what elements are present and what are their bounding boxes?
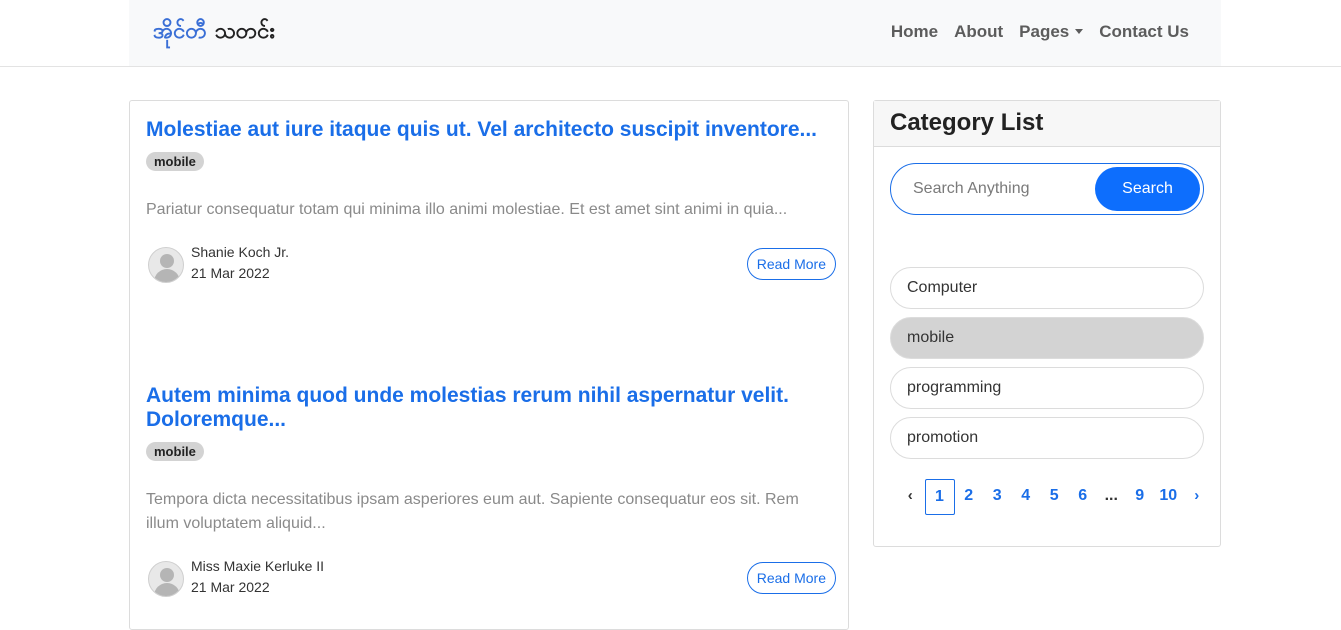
pagination-page-2[interactable]: 2 bbox=[955, 479, 984, 515]
search-input[interactable] bbox=[897, 170, 1087, 208]
pagination-page-4[interactable]: 4 bbox=[1012, 479, 1041, 515]
brand-logo[interactable]: အိုင်တီ သတင်း bbox=[153, 16, 275, 49]
pagination-page-5[interactable]: 5 bbox=[1040, 479, 1069, 515]
pagination-page-9[interactable]: 9 bbox=[1126, 479, 1155, 515]
sidebar-header: Category List bbox=[874, 101, 1220, 147]
nav-pages-dropdown[interactable]: Pages bbox=[1019, 22, 1084, 42]
avatar-user-icon bbox=[148, 247, 184, 283]
post-tag-badge[interactable]: mobile bbox=[146, 442, 204, 461]
brand-text-part1: အိုင်တီ bbox=[153, 19, 207, 44]
category-item-programming[interactable]: programming bbox=[890, 367, 1204, 409]
pagination-ellipsis: ... bbox=[1104, 487, 1118, 504]
brand-text-part2: သတင်း bbox=[214, 19, 275, 44]
pagination-page-3[interactable]: 3 bbox=[983, 479, 1012, 515]
post-excerpt: Pariatur consequatur totam qui minima il… bbox=[146, 201, 788, 218]
navbar: အိုင်တီ သတင်း Home About Pages Contact U… bbox=[129, 0, 1221, 66]
read-more-button[interactable]: Read More bbox=[746, 248, 836, 280]
category-item-computer[interactable]: Computer bbox=[890, 267, 1204, 309]
post-list-card: Molestiae aut iure itaque quis ut. Vel a… bbox=[129, 100, 849, 630]
category-item-promotion[interactable]: promotion bbox=[890, 417, 1204, 459]
post-item: Autem minima quod unde molestias rerum n… bbox=[146, 384, 836, 598]
nav-home[interactable]: Home bbox=[891, 22, 938, 42]
pagination-page-10[interactable]: 10 bbox=[1154, 479, 1183, 515]
post-item: Molestiae aut iure itaque quis ut. Vel a… bbox=[146, 118, 836, 284]
post-author: Miss Maxie Kerluke II bbox=[191, 558, 325, 574]
category-list: Computer mobile programming promotion bbox=[890, 267, 1204, 467]
avatar-user-icon bbox=[148, 561, 184, 597]
pagination-next-icon[interactable]: › bbox=[1183, 479, 1212, 515]
pagination-page-1[interactable]: 1 bbox=[924, 479, 955, 515]
read-more-button[interactable]: Read More bbox=[746, 562, 836, 594]
search-button[interactable]: Search bbox=[1095, 167, 1200, 211]
nav-contact[interactable]: Contact Us bbox=[1099, 22, 1189, 42]
post-tag-badge[interactable]: mobile bbox=[146, 152, 204, 171]
category-sidebar: Category List Search Computer mobile pro… bbox=[873, 100, 1221, 547]
nav-about[interactable]: About bbox=[954, 22, 1003, 42]
navbar-container: အိုင်တီ သတင်း Home About Pages Contact U… bbox=[0, 0, 1341, 67]
post-date: 21 Mar 2022 bbox=[191, 579, 270, 595]
post-date: 21 Mar 2022 bbox=[191, 265, 270, 281]
pagination-page-6[interactable]: 6 bbox=[1069, 479, 1098, 515]
sidebar-title: Category List bbox=[890, 109, 1044, 136]
main-nav: Home About Pages Contact Us bbox=[891, 22, 1189, 42]
post-title[interactable]: Molestiae aut iure itaque quis ut. Vel a… bbox=[146, 118, 836, 142]
pagination-prev-icon[interactable]: ‹ bbox=[896, 479, 925, 515]
category-item-mobile[interactable]: mobile bbox=[890, 317, 1204, 359]
post-meta: Shanie Koch Jr. 21 Mar 2022 Read More bbox=[146, 244, 836, 284]
post-title[interactable]: Autem minima quod unde molestias rerum n… bbox=[146, 384, 836, 432]
pagination: ‹ 1 2 3 4 5 6 ... 9 10 › bbox=[896, 479, 1211, 515]
post-excerpt: Tempora dicta necessitatibus ipsam asper… bbox=[146, 491, 799, 532]
search-form: Search bbox=[890, 163, 1204, 215]
post-author: Shanie Koch Jr. bbox=[191, 244, 290, 260]
post-meta: Miss Maxie Kerluke II 21 Mar 2022 Read M… bbox=[146, 558, 836, 598]
caret-down-icon bbox=[1075, 29, 1084, 34]
nav-pages-label: Pages bbox=[1019, 22, 1070, 41]
